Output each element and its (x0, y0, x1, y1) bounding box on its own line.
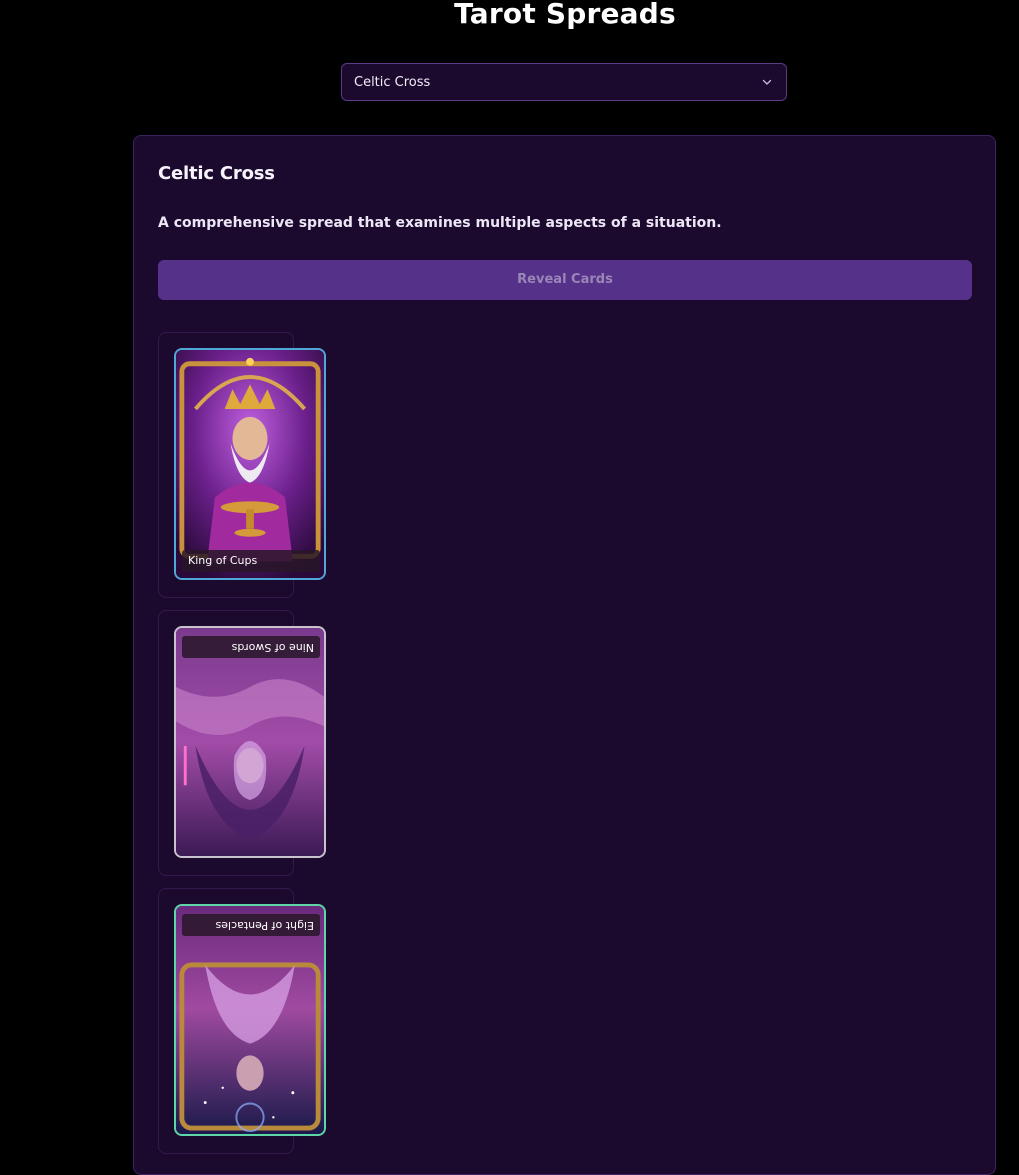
tarot-card-nine-of-swords[interactable]: Nine of Swords (174, 626, 326, 858)
reveal-cards-button[interactable]: Reveal Cards (158, 260, 972, 300)
spread-select-value: Celtic Cross (354, 75, 431, 90)
chevron-down-icon (762, 79, 772, 85)
tarot-card-eight-of-pentacles[interactable]: Eight of Pentacles (174, 904, 326, 1136)
card-slot-2: Nine of Swords (158, 610, 326, 876)
spread-title: Celtic Cross (158, 163, 275, 184)
tarot-card-king-of-cups[interactable]: King of Cups (174, 348, 326, 580)
card-name-label: King of Cups (182, 550, 320, 572)
king-of-cups-illustration (176, 350, 324, 578)
page-title: Tarot Spreads (454, 0, 676, 30)
card-slot-3: Eight of Pentacles (158, 888, 326, 1154)
spread-select[interactable]: Celtic Cross (341, 63, 787, 101)
spread-description: A comprehensive spread that examines mul… (158, 215, 722, 231)
card-slot-1: King of Cups (158, 332, 326, 598)
card-name-label: Nine of Swords (182, 636, 320, 658)
nine-of-swords-illustration (176, 628, 324, 856)
spread-panel: Celtic Cross A comprehensive spread that… (133, 135, 996, 1175)
card-name-label: Eight of Pentacles (182, 914, 320, 936)
eight-of-pentacles-illustration (176, 906, 324, 1134)
